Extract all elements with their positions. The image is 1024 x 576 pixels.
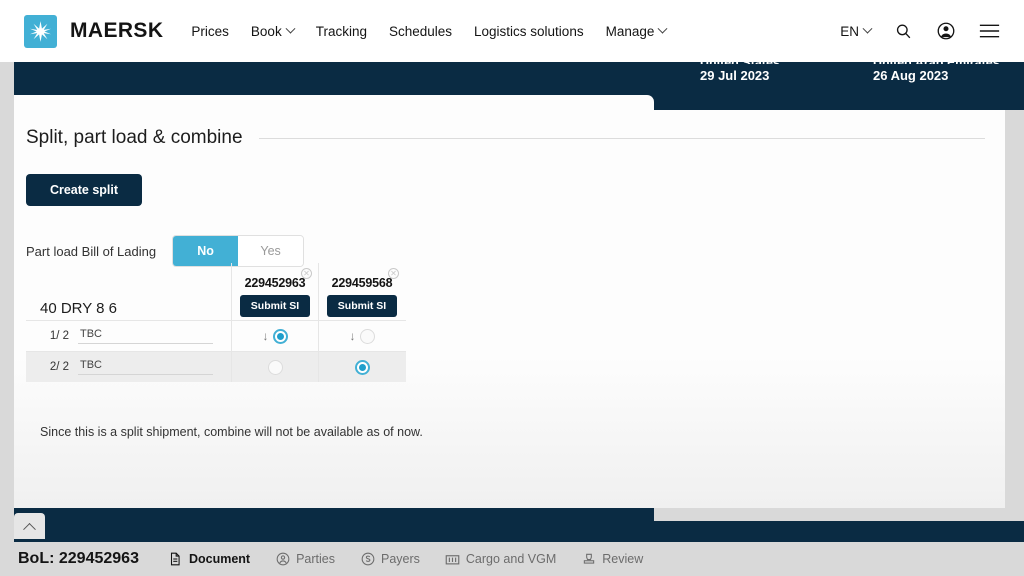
tab-label: Document	[189, 552, 250, 566]
assign-cell-r1c1[interactable]: ↓	[231, 321, 318, 351]
assign-radio-r2c2[interactable]	[355, 360, 370, 375]
part-load-label: Part load Bill of Lading	[26, 244, 156, 259]
person-circle-icon	[275, 552, 290, 567]
chevron-down-icon	[285, 23, 295, 33]
hamburger-menu-icon[interactable]	[978, 20, 1000, 42]
split-allocation-table: 40 DRY 8 6 ✕ 229452963 Submit SI ✕ 22945…	[26, 263, 406, 382]
submit-si-button-1[interactable]: Submit SI	[240, 295, 310, 317]
booking-column-2: ✕ 229459568 Submit SI	[318, 263, 405, 320]
brand-name: MAERSK	[70, 19, 163, 43]
document-icon	[168, 552, 183, 567]
equipment-label: 40 DRY 8 6	[26, 300, 117, 317]
nav-item-manage[interactable]: Manage	[606, 24, 667, 39]
row-fraction: 2/ 2	[26, 361, 78, 373]
nav-item-schedules[interactable]: Schedules	[389, 24, 452, 39]
row-label-cell: 2/ 2 TBC	[26, 352, 231, 382]
nav-item-prices[interactable]: Prices	[191, 24, 229, 39]
assign-radio-r1c2[interactable]	[360, 329, 375, 344]
nav-label: Logistics solutions	[474, 24, 584, 39]
dock-backdrop	[14, 508, 1024, 542]
route-summary-banner: United States 29 Jul 2023 United Arab Em…	[14, 62, 1024, 110]
section-header: Split, part load & combine	[14, 110, 1005, 149]
booking-number-1: 229452963	[245, 276, 306, 290]
container-number-input[interactable]: TBC	[78, 328, 213, 344]
combine-unavailable-note: Since this is a split shipment, combine …	[40, 425, 423, 439]
assign-radio-r1c1[interactable]	[273, 329, 288, 344]
nav-item-tracking[interactable]: Tracking	[316, 24, 367, 39]
dock-notch	[654, 508, 1024, 521]
assign-radio-r2c1[interactable]	[268, 360, 283, 375]
primary-nav-links: Prices Book Tracking Schedules Logistics…	[191, 24, 666, 39]
tab-label: Review	[602, 552, 643, 566]
tab-parties[interactable]: Parties	[275, 552, 335, 567]
split-part-load-panel: Split, part load & combine Create split …	[14, 110, 1005, 508]
toggle-option-no[interactable]: No	[173, 236, 238, 266]
table-row: 2/ 2 TBC	[26, 351, 406, 382]
split-table-header: 40 DRY 8 6 ✕ 229452963 Submit SI ✕ 22945…	[26, 263, 406, 320]
container-number-input[interactable]: TBC	[78, 359, 213, 375]
assign-cell-r2c2[interactable]	[318, 352, 405, 382]
assign-cell-r1c2[interactable]: ↓	[318, 321, 405, 351]
container-icon	[445, 552, 460, 567]
app-screen: MAERSK Prices Book Tracking Schedules Lo…	[0, 0, 1024, 576]
chevron-up-icon	[23, 522, 36, 535]
assign-cell-r2c1[interactable]	[231, 352, 318, 382]
nav-label: Schedules	[389, 24, 452, 39]
tab-label: Parties	[296, 552, 335, 566]
page-title: Split, part load & combine	[26, 127, 243, 149]
nav-label: Book	[251, 24, 282, 39]
maersk-star-icon	[24, 15, 57, 48]
tab-review[interactable]: Review	[581, 552, 643, 567]
tab-payers[interactable]: Payers	[360, 552, 420, 567]
booking-number-2: 229459568	[332, 276, 393, 290]
language-label: EN	[840, 24, 859, 39]
nav-label: Prices	[191, 24, 229, 39]
nav-item-book[interactable]: Book	[251, 24, 294, 39]
header-divider	[259, 138, 985, 139]
arrow-down-icon: ↓	[263, 329, 269, 343]
chevron-down-icon	[863, 23, 873, 33]
chevron-down-icon	[658, 23, 668, 33]
route-destination-date: 26 Aug 2023	[873, 67, 1000, 85]
top-navigation-bar: MAERSK Prices Book Tracking Schedules Lo…	[0, 0, 1024, 62]
row-label-cell: 1/ 2 TBC	[26, 321, 231, 351]
create-split-button[interactable]: Create split	[26, 174, 142, 206]
booking-column-1: ✕ 229452963 Submit SI	[231, 263, 318, 320]
banner-notch	[14, 95, 654, 110]
stamp-icon	[581, 552, 596, 567]
language-selector[interactable]: EN	[840, 24, 871, 39]
bol-step-bar: BoL: 229452963 Document Parties	[0, 542, 1024, 576]
close-circle-icon[interactable]: ✕	[301, 268, 312, 279]
brand-logo[interactable]: MAERSK	[24, 15, 163, 48]
arrow-down-icon: ↓	[350, 329, 356, 343]
row-fraction: 1/ 2	[26, 330, 78, 342]
close-circle-icon[interactable]: ✕	[388, 268, 399, 279]
dollar-circle-icon	[360, 552, 375, 567]
bol-number: BoL: 229452963	[18, 550, 139, 568]
table-row: 1/ 2 TBC ↓ ↓	[26, 320, 406, 351]
submit-si-button-2[interactable]: Submit SI	[327, 295, 397, 317]
nav-utility-group: EN	[840, 20, 1000, 42]
nav-label: Manage	[606, 24, 655, 39]
nav-item-logistics-solutions[interactable]: Logistics solutions	[474, 24, 584, 39]
nav-label: Tracking	[316, 24, 367, 39]
equipment-header-cell: 40 DRY 8 6	[26, 263, 231, 320]
toggle-option-yes[interactable]: Yes	[238, 236, 303, 266]
tab-document[interactable]: Document	[168, 552, 250, 567]
tab-label: Cargo and VGM	[466, 552, 556, 566]
collapse-dock-button[interactable]	[14, 513, 45, 539]
search-icon[interactable]	[892, 20, 914, 42]
tab-cargo-and-vgm[interactable]: Cargo and VGM	[445, 552, 556, 567]
tab-label: Payers	[381, 552, 420, 566]
route-origin-date: 29 Jul 2023	[700, 67, 780, 85]
account-icon[interactable]	[935, 20, 957, 42]
